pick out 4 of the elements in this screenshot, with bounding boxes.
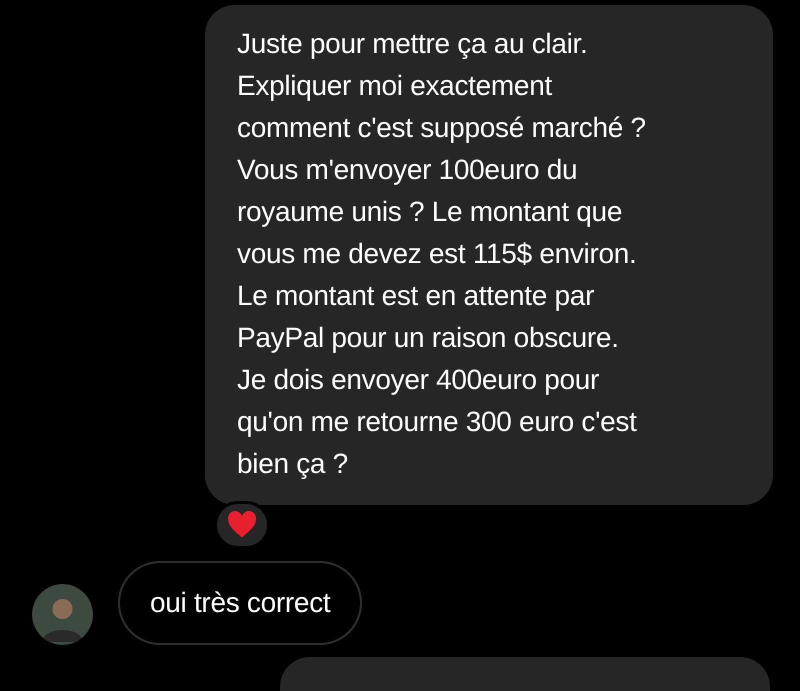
message-text: oui très correct: [150, 586, 330, 620]
heart-icon: [227, 511, 257, 539]
message-text: Juste pour mettre ça au clair. Expliquer moi exactement comment c'est supposé marché ? Vous m'envoyer 100euro du royaume unis ? Le montant que vous me devez est 115$ environ. Le montant est en attente par PayPal pour un raison obscure. Je dois envoyer 400euro pour qu'on me retourne 300 euro c'est bien ça ?: [237, 27, 647, 481]
avatar: [32, 584, 93, 645]
